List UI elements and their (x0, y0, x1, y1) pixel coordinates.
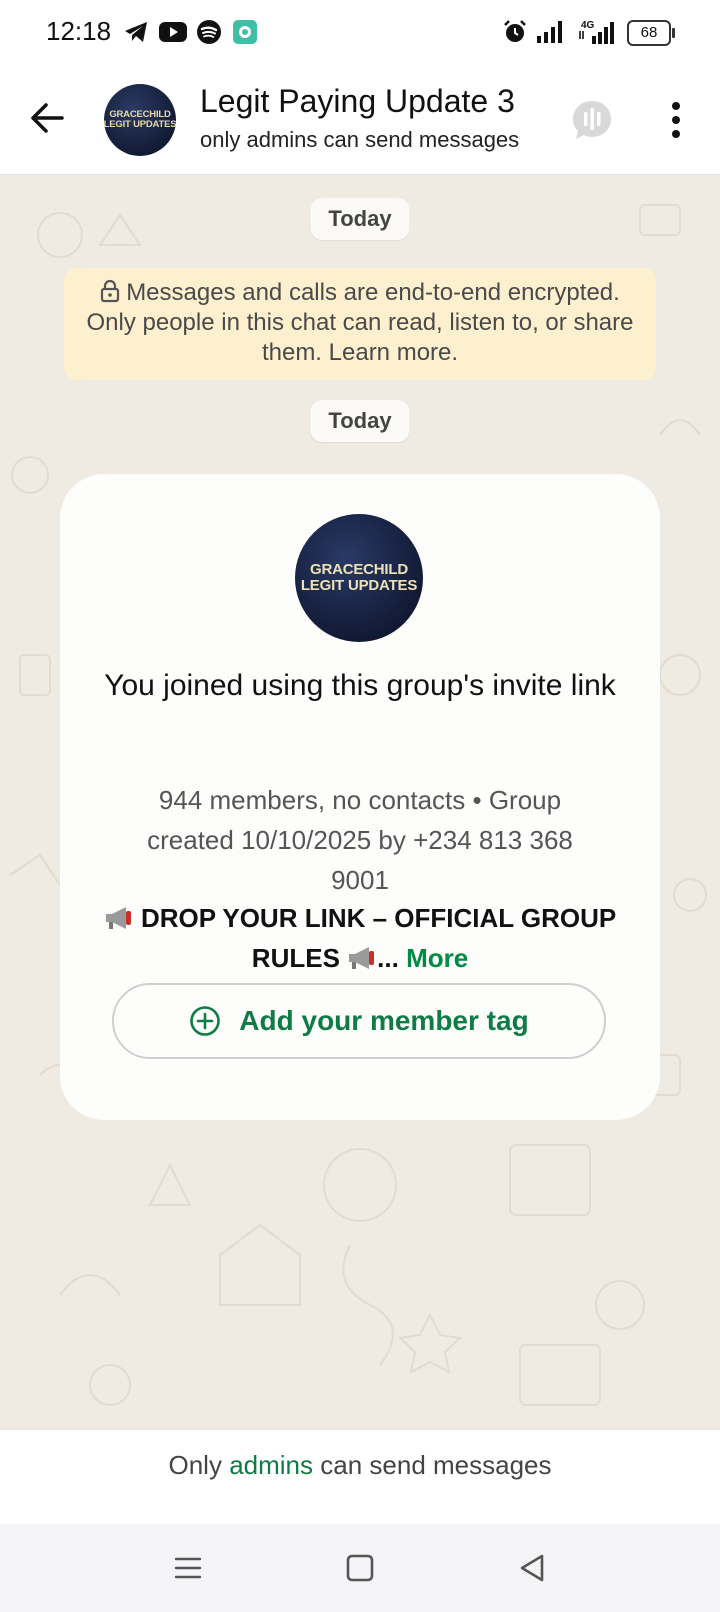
group-info: 944 members, no contacts • Group created… (147, 785, 573, 895)
add-circle-icon (190, 1006, 221, 1036)
megaphone-icon (105, 907, 131, 929)
alarm-icon (502, 18, 528, 46)
status-time: 12:18 (46, 16, 112, 46)
back-arrow-icon[interactable] (26, 96, 70, 140)
status-bar: 12:18 4G 68 (0, 0, 720, 66)
add-member-tag-button[interactable]: Add your member tag (112, 983, 606, 1059)
group-subtitle: only admins can send messages (200, 127, 520, 152)
telegram-icon (124, 18, 148, 46)
recent-apps-icon[interactable] (170, 1550, 206, 1586)
chat-area[interactable]: Today Messages and calls are end-to-end … (0, 175, 720, 1429)
encryption-notice-text: Messages and calls are end-to-end encryp… (86, 279, 634, 366)
date-divider: Today (310, 400, 410, 442)
signal-icon (536, 18, 564, 46)
lock-icon (101, 279, 120, 303)
admins-only-suffix: can send messages (320, 1450, 552, 1480)
avatar-text-line-1: GRACECHILD (310, 561, 408, 578)
admins-link[interactable]: admins (229, 1450, 313, 1480)
avatar-text-line-2: LEGIT UPDATES (104, 119, 176, 130)
battery-icon: 68 (627, 20, 675, 46)
group-avatar-large[interactable]: GRACECHILD LEGIT UPDATES (295, 514, 423, 642)
back-nav-icon[interactable] (514, 1550, 550, 1586)
group-title[interactable]: Legit Paying Update 3 (200, 83, 515, 120)
group-avatar[interactable]: GRACECHILD LEGIT UPDATES (104, 84, 176, 156)
app-notification-icon (232, 18, 258, 46)
more-options-icon[interactable] (662, 98, 690, 142)
add-member-tag-label: Add your member tag (239, 1005, 529, 1036)
more-link[interactable]: More (406, 943, 468, 973)
home-icon[interactable] (342, 1550, 378, 1586)
group-description: DROP YOUR LINK – OFFICIAL GROUP RULES ..… (100, 898, 620, 978)
avatar-text-line-2: LEGIT UPDATES (300, 577, 418, 594)
spotify-icon (196, 18, 222, 46)
admins-only-bar: Only admins can send messages (0, 1429, 720, 1525)
joined-message: You joined using this group's invite lin… (104, 669, 616, 702)
4g-signal-icon: 4G (578, 18, 618, 46)
system-navigation-bar (0, 1524, 720, 1612)
admins-only-text: Only admins can send messages (0, 1450, 720, 1481)
voice-chat-icon[interactable] (570, 98, 614, 142)
chat-header: GRACECHILD LEGIT UPDATES Legit Paying Up… (0, 66, 720, 175)
date-divider: Today (310, 198, 410, 240)
ellipsis: ... (377, 943, 399, 973)
encryption-notice[interactable]: Messages and calls are end-to-end encryp… (64, 268, 656, 380)
megaphone-icon (349, 947, 375, 969)
admins-only-prefix: Only (168, 1450, 222, 1480)
svg-text:4G: 4G (581, 20, 595, 31)
group-invite-card: GRACECHILD LEGIT UPDATES You joined usin… (60, 474, 660, 1120)
youtube-icon (159, 18, 187, 46)
